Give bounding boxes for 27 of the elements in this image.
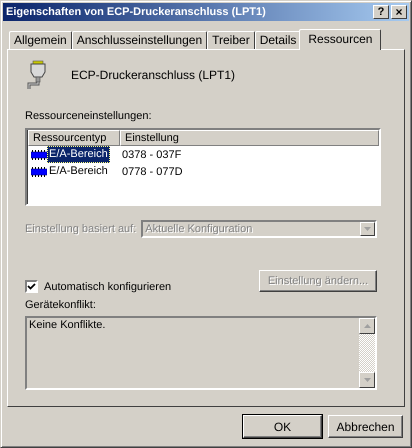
window-title: Eigenschaften von ECP-Druckeranschluss (LPT1) <box>6 6 266 18</box>
chip-icon <box>31 166 47 176</box>
scroll-up-icon[interactable] <box>364 324 370 328</box>
auto-config-checkbox[interactable] <box>25 280 38 293</box>
conflict-text: Keine Konflikte. <box>28 318 106 333</box>
column-header[interactable]: Ressourcentyp <box>28 130 120 146</box>
ok-button[interactable]: OK <box>243 415 322 438</box>
tab[interactable]: Anschlusseinstellungen <box>72 31 208 49</box>
cancel-button[interactable]: Abbrechen <box>328 415 403 438</box>
section-label: Ressourceneinstellungen: <box>25 110 153 124</box>
column-header[interactable]: Einstellung <box>120 130 379 146</box>
tab[interactable]: Treiber <box>207 31 255 49</box>
scrollbar[interactable] <box>359 318 375 388</box>
tab[interactable]: Allgemein <box>9 31 72 49</box>
chip-icon <box>31 150 47 160</box>
resource-type[interactable]: E/A-Bereich <box>47 146 110 163</box>
resource-type[interactable]: E/A-Bereich <box>47 163 110 180</box>
scroll-down-icon[interactable] <box>364 378 370 382</box>
field-label: Einstellung basiert auf: <box>25 223 136 235</box>
device-name: ECP-Druckeranschluss (LPT1) <box>71 68 236 82</box>
resource-setting: 0778 - 077D <box>121 166 183 178</box>
help-button[interactable]: ? <box>373 5 389 19</box>
close-button[interactable]: × <box>391 5 407 19</box>
section-label: Gerätekonflikt: <box>25 299 97 313</box>
resource-setting: 0378 - 037F <box>121 148 182 160</box>
checkbox-label: Automatisch konfigurieren <box>44 280 172 292</box>
tab[interactable]: Ressourcen <box>299 29 382 50</box>
